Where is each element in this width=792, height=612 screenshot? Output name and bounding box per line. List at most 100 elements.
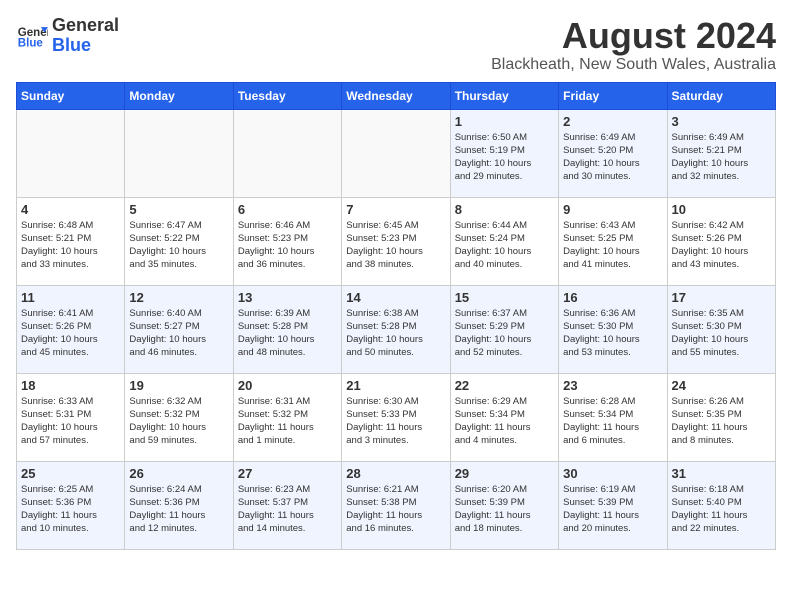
day-number: 10: [672, 202, 771, 217]
day-number: 30: [563, 466, 662, 481]
day-info: Sunrise: 6:30 AM Sunset: 5:33 PM Dayligh…: [346, 395, 445, 448]
calendar-cell: 2 Sunrise: 6:49 AM Sunset: 5:20 PM Daylig…: [559, 109, 667, 197]
day-info: Sunrise: 6:36 AM Sunset: 5:30 PM Dayligh…: [563, 307, 662, 360]
calendar-cell: 4 Sunrise: 6:48 AM Sunset: 5:21 PM Daylig…: [17, 197, 125, 285]
day-info: Sunrise: 6:46 AM Sunset: 5:23 PM Dayligh…: [238, 219, 337, 272]
day-info: Sunrise: 6:43 AM Sunset: 5:25 PM Dayligh…: [563, 219, 662, 272]
day-number: 4: [21, 202, 120, 217]
day-number: 5: [129, 202, 228, 217]
logo-text: General Blue: [52, 16, 119, 56]
day-info: Sunrise: 6:25 AM Sunset: 5:36 PM Dayligh…: [21, 483, 120, 536]
svg-text:Blue: Blue: [18, 37, 44, 49]
calendar-cell: 25 Sunrise: 6:25 AM Sunset: 5:36 PM Dayli…: [17, 461, 125, 549]
day-number: 11: [21, 290, 120, 305]
calendar-cell: 28 Sunrise: 6:21 AM Sunset: 5:38 PM Dayli…: [342, 461, 450, 549]
day-number: 20: [238, 378, 337, 393]
day-number: 31: [672, 466, 771, 481]
calendar-cell: 23 Sunrise: 6:28 AM Sunset: 5:34 PM Dayli…: [559, 373, 667, 461]
day-info: Sunrise: 6:32 AM Sunset: 5:32 PM Dayligh…: [129, 395, 228, 448]
calendar-cell: 27 Sunrise: 6:23 AM Sunset: 5:37 PM Dayli…: [233, 461, 341, 549]
calendar-cell: 31 Sunrise: 6:18 AM Sunset: 5:40 PM Dayli…: [667, 461, 775, 549]
day-number: 17: [672, 290, 771, 305]
calendar-cell: 21 Sunrise: 6:30 AM Sunset: 5:33 PM Dayli…: [342, 373, 450, 461]
calendar-cell: 16Sunrise: 6:36 AM Sunset: 5:30 PM Dayli…: [559, 285, 667, 373]
day-number: 2: [563, 114, 662, 129]
day-number: 28: [346, 466, 445, 481]
calendar-cell: 6 Sunrise: 6:46 AM Sunset: 5:23 PM Daylig…: [233, 197, 341, 285]
calendar-cell: 26 Sunrise: 6:24 AM Sunset: 5:36 PM Dayli…: [125, 461, 233, 549]
calendar-subtitle: Blackheath, New South Wales, Australia: [491, 56, 776, 74]
day-number: 27: [238, 466, 337, 481]
calendar-cell: [342, 109, 450, 197]
day-info: Sunrise: 6:37 AM Sunset: 5:29 PM Dayligh…: [455, 307, 554, 360]
day-info: Sunrise: 6:35 AM Sunset: 5:30 PM Dayligh…: [672, 307, 771, 360]
day-number: 19: [129, 378, 228, 393]
calendar-cell: 3Sunrise: 6:49 AM Sunset: 5:21 PM Daylig…: [667, 109, 775, 197]
day-number: 18: [21, 378, 120, 393]
week-row-4: 18Sunrise: 6:33 AM Sunset: 5:31 PM Dayli…: [17, 373, 776, 461]
day-info: Sunrise: 6:19 AM Sunset: 5:39 PM Dayligh…: [563, 483, 662, 536]
page-header: General Blue General Blue August 2024 Bl…: [16, 16, 776, 74]
day-number: 24: [672, 378, 771, 393]
day-info: Sunrise: 6:49 AM Sunset: 5:21 PM Dayligh…: [672, 131, 771, 184]
day-header-row: SundayMondayTuesdayWednesdayThursdayFrid…: [17, 82, 776, 109]
day-number: 21: [346, 378, 445, 393]
calendar-cell: [17, 109, 125, 197]
day-info: Sunrise: 6:20 AM Sunset: 5:39 PM Dayligh…: [455, 483, 554, 536]
calendar-cell: 10Sunrise: 6:42 AM Sunset: 5:26 PM Dayli…: [667, 197, 775, 285]
day-info: Sunrise: 6:31 AM Sunset: 5:32 PM Dayligh…: [238, 395, 337, 448]
calendar-cell: 7 Sunrise: 6:45 AM Sunset: 5:23 PM Daylig…: [342, 197, 450, 285]
day-info: Sunrise: 6:39 AM Sunset: 5:28 PM Dayligh…: [238, 307, 337, 360]
calendar-cell: [125, 109, 233, 197]
day-of-week-friday: Friday: [559, 82, 667, 109]
day-number: 7: [346, 202, 445, 217]
day-info: Sunrise: 6:24 AM Sunset: 5:36 PM Dayligh…: [129, 483, 228, 536]
calendar-header: SundayMondayTuesdayWednesdayThursdayFrid…: [17, 82, 776, 109]
calendar-cell: 19 Sunrise: 6:32 AM Sunset: 5:32 PM Dayli…: [125, 373, 233, 461]
day-info: Sunrise: 6:40 AM Sunset: 5:27 PM Dayligh…: [129, 307, 228, 360]
calendar-cell: 8Sunrise: 6:44 AM Sunset: 5:24 PM Daylig…: [450, 197, 558, 285]
calendar-body: 1 Sunrise: 6:50 AM Sunset: 5:19 PM Daylig…: [17, 109, 776, 549]
day-info: Sunrise: 6:23 AM Sunset: 5:37 PM Dayligh…: [238, 483, 337, 536]
calendar-cell: 17 Sunrise: 6:35 AM Sunset: 5:30 PM Dayli…: [667, 285, 775, 373]
calendar-cell: 14Sunrise: 6:38 AM Sunset: 5:28 PM Dayli…: [342, 285, 450, 373]
week-row-2: 4 Sunrise: 6:48 AM Sunset: 5:21 PM Daylig…: [17, 197, 776, 285]
day-info: Sunrise: 6:50 AM Sunset: 5:19 PM Dayligh…: [455, 131, 554, 184]
day-info: Sunrise: 6:47 AM Sunset: 5:22 PM Dayligh…: [129, 219, 228, 272]
day-number: 1: [455, 114, 554, 129]
calendar-cell: 18Sunrise: 6:33 AM Sunset: 5:31 PM Dayli…: [17, 373, 125, 461]
week-row-5: 25 Sunrise: 6:25 AM Sunset: 5:36 PM Dayli…: [17, 461, 776, 549]
day-of-week-thursday: Thursday: [450, 82, 558, 109]
logo-icon: General Blue: [16, 20, 48, 52]
day-info: Sunrise: 6:45 AM Sunset: 5:23 PM Dayligh…: [346, 219, 445, 272]
day-info: Sunrise: 6:48 AM Sunset: 5:21 PM Dayligh…: [21, 219, 120, 272]
day-info: Sunrise: 6:41 AM Sunset: 5:26 PM Dayligh…: [21, 307, 120, 360]
calendar-cell: 11 Sunrise: 6:41 AM Sunset: 5:26 PM Dayli…: [17, 285, 125, 373]
day-number: 25: [21, 466, 120, 481]
calendar-title: August 2024: [491, 16, 776, 56]
calendar-cell: 9Sunrise: 6:43 AM Sunset: 5:25 PM Daylig…: [559, 197, 667, 285]
week-row-3: 11 Sunrise: 6:41 AM Sunset: 5:26 PM Dayli…: [17, 285, 776, 373]
day-info: Sunrise: 6:28 AM Sunset: 5:34 PM Dayligh…: [563, 395, 662, 448]
day-of-week-tuesday: Tuesday: [233, 82, 341, 109]
day-number: 29: [455, 466, 554, 481]
calendar-cell: 20 Sunrise: 6:31 AM Sunset: 5:32 PM Dayli…: [233, 373, 341, 461]
calendar-cell: 29 Sunrise: 6:20 AM Sunset: 5:39 PM Dayli…: [450, 461, 558, 549]
day-number: 26: [129, 466, 228, 481]
day-number: 12: [129, 290, 228, 305]
calendar-cell: 30 Sunrise: 6:19 AM Sunset: 5:39 PM Dayli…: [559, 461, 667, 549]
day-number: 23: [563, 378, 662, 393]
day-number: 6: [238, 202, 337, 217]
day-number: 13: [238, 290, 337, 305]
calendar-cell: [233, 109, 341, 197]
day-info: Sunrise: 6:29 AM Sunset: 5:34 PM Dayligh…: [455, 395, 554, 448]
day-info: Sunrise: 6:49 AM Sunset: 5:20 PM Dayligh…: [563, 131, 662, 184]
logo-general: General: [52, 15, 119, 35]
day-info: Sunrise: 6:18 AM Sunset: 5:40 PM Dayligh…: [672, 483, 771, 536]
title-block: August 2024 Blackheath, New South Wales,…: [491, 16, 776, 74]
calendar-cell: 15Sunrise: 6:37 AM Sunset: 5:29 PM Dayli…: [450, 285, 558, 373]
day-info: Sunrise: 6:26 AM Sunset: 5:35 PM Dayligh…: [672, 395, 771, 448]
day-info: Sunrise: 6:21 AM Sunset: 5:38 PM Dayligh…: [346, 483, 445, 536]
day-of-week-sunday: Sunday: [17, 82, 125, 109]
day-of-week-wednesday: Wednesday: [342, 82, 450, 109]
